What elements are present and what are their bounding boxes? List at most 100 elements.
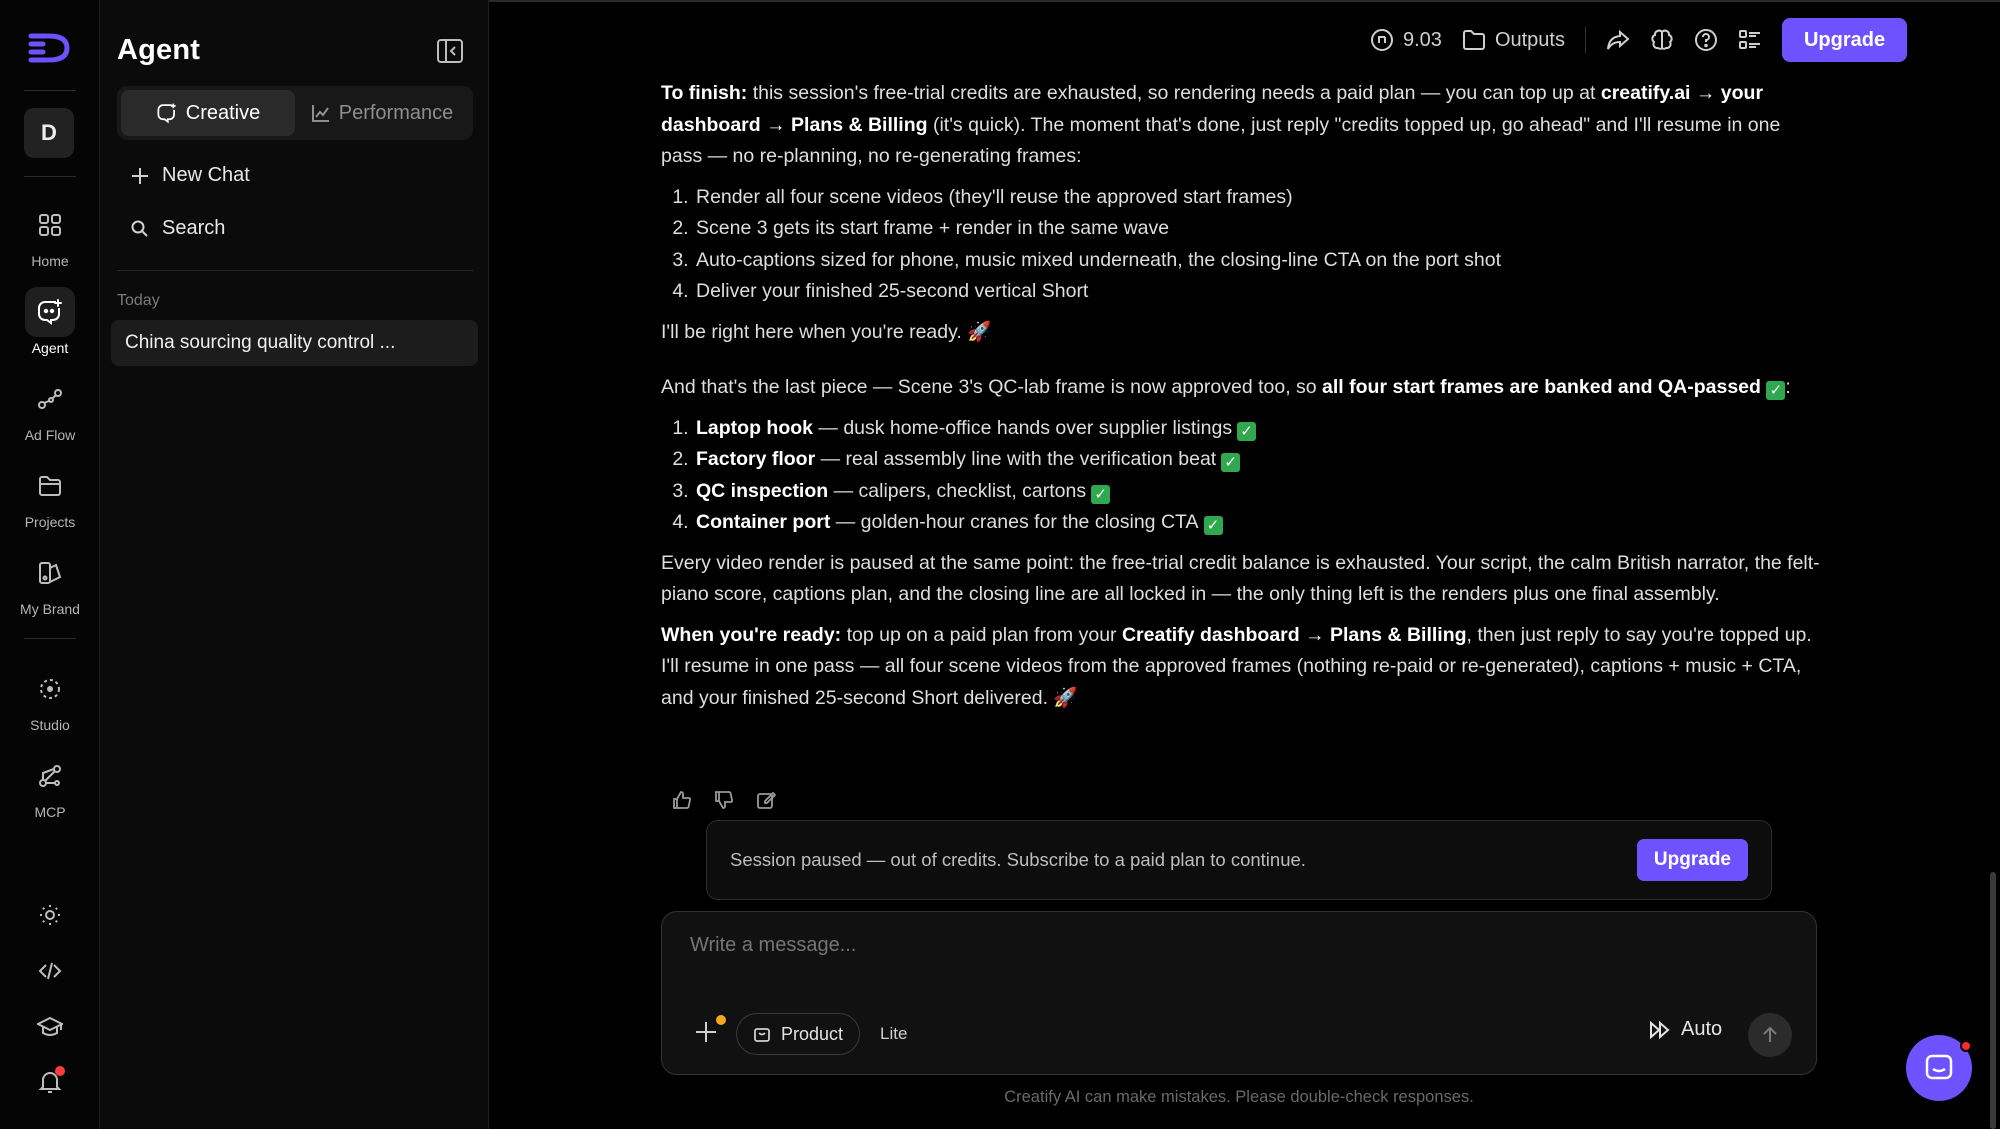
section-label-today: Today xyxy=(117,292,160,309)
brand-icon xyxy=(25,548,75,598)
outputs-button[interactable]: Outputs xyxy=(1452,18,1575,62)
rail-divider xyxy=(24,638,76,639)
flow-icon xyxy=(25,374,75,424)
banner-upgrade-button[interactable]: Upgrade xyxy=(1636,839,1748,881)
message-paragraph: To finish: this session's free-trial cre… xyxy=(661,78,1821,173)
paused-message: Session paused — out of credits. Subscri… xyxy=(730,849,1306,870)
rail-item-agent[interactable]: Agent xyxy=(0,287,100,356)
frames-list: Laptop hook — dusk home-office hands ove… xyxy=(694,413,1821,539)
message-text: — real assembly line with the verificati… xyxy=(815,448,1217,470)
message-text: top up on a paid plan from your xyxy=(841,623,1122,646)
attachment-indicator-dot xyxy=(716,1015,726,1025)
tab-label: Creative xyxy=(185,101,261,124)
rail-item-mcp[interactable]: MCP xyxy=(0,751,100,820)
thumbs-up-button[interactable] xyxy=(670,788,694,812)
task-list-icon xyxy=(1738,30,1760,49)
rail-item-ad-flow[interactable]: Ad Flow xyxy=(0,374,100,443)
thumbs-down-icon xyxy=(715,791,734,809)
bold-text: When you're ready: xyxy=(661,623,842,646)
bold-text: Laptop hook xyxy=(696,416,813,439)
product-chip[interactable]: Product xyxy=(736,1013,861,1055)
check-icon: ✓ xyxy=(1203,516,1223,535)
rail-item-projects[interactable]: Projects xyxy=(0,461,100,530)
rail-item-home[interactable]: Home xyxy=(0,200,100,269)
message-paragraph: And that's the last piece — Scene 3's QC… xyxy=(661,372,1821,404)
thumbs-down-button[interactable] xyxy=(712,788,736,812)
shopping-bag-icon xyxy=(754,1028,770,1042)
message-paragraph: I'll be right here when you're ready. 🚀 xyxy=(661,320,992,343)
message-input[interactable] xyxy=(690,934,1690,957)
send-button[interactable] xyxy=(1748,1013,1792,1057)
learn-button[interactable] xyxy=(25,1007,75,1047)
lite-mode-toggle[interactable]: Lite xyxy=(880,1024,907,1044)
chat-history-item[interactable]: China sourcing quality control ... xyxy=(111,320,478,366)
search-label: Search xyxy=(162,217,226,239)
help-button[interactable] xyxy=(1684,18,1728,62)
tasks-button[interactable] xyxy=(1728,18,1772,62)
bold-text: Container port xyxy=(696,511,831,533)
message-actions xyxy=(670,788,778,812)
outputs-label: Outputs xyxy=(1494,28,1565,51)
chat-sparkle-icon xyxy=(25,287,75,337)
topbar-divider xyxy=(1584,27,1586,53)
bold-text: Creatify dashboard → Plans & Billing xyxy=(1121,623,1467,646)
auto-label: Auto xyxy=(1681,1018,1723,1040)
collapse-sidebar-icon[interactable] xyxy=(436,38,464,64)
rail-item-studio[interactable]: Studio xyxy=(0,664,100,733)
list-item: Container port — golden-hour cranes for … xyxy=(694,507,1821,539)
rail-item-label: My Brand xyxy=(20,601,80,617)
list-item: QC inspection — calipers, checklist, car… xyxy=(694,476,1821,508)
agent-panel: Agent Creative Performance New Chat Sear… xyxy=(100,0,489,1129)
list-item: Laptop hook — dusk home-office hands ove… xyxy=(694,413,1821,445)
steps-list: Render all four scene videos (they'll re… xyxy=(694,182,1821,308)
message-text: — dusk home-office hands over supplier l… xyxy=(812,416,1233,439)
tab-label: Performance xyxy=(338,101,454,124)
bold-text: all four start frames are banked and QA-… xyxy=(1322,376,1761,398)
rail-item-label: Home xyxy=(31,253,69,269)
message-text: this session's free-trial credits are ex… xyxy=(747,82,1601,104)
edit-button[interactable] xyxy=(754,788,778,812)
credits-indicator[interactable]: 9.03 xyxy=(1360,18,1452,62)
rail-item-my-brand[interactable]: My Brand xyxy=(0,548,100,617)
list-item: Render all four scene videos (they'll re… xyxy=(694,182,1821,214)
notifications-button[interactable] xyxy=(25,1062,75,1102)
search-button[interactable]: Search xyxy=(130,217,225,240)
tab-creative[interactable]: Creative xyxy=(121,90,295,136)
credits-icon xyxy=(1371,29,1393,51)
message-text: And that's the last piece — Scene 3's QC… xyxy=(661,376,1323,398)
message-text: — calipers, checklist, cartons xyxy=(828,479,1087,502)
left-rail: D Home Agent Ad Flow Projects My Brand S… xyxy=(0,0,100,1129)
brain-button[interactable] xyxy=(1640,18,1684,62)
auto-mode-selector[interactable]: Auto xyxy=(1649,1018,1722,1041)
chat-sparkle-icon xyxy=(157,103,176,124)
new-chat-button[interactable]: New Chat xyxy=(130,164,250,187)
list-item: Auto-captions sized for phone, music mix… xyxy=(694,245,1821,277)
user-avatar[interactable]: D xyxy=(24,108,74,158)
list-item: Deliver your finished 25-second vertical… xyxy=(694,276,1821,308)
folder-icon xyxy=(25,461,75,511)
developer-button[interactable] xyxy=(25,951,75,991)
disclaimer-text: Creatify AI can make mistakes. Please do… xyxy=(1004,1088,1474,1106)
assistant-message: To finish: this session's free-trial cre… xyxy=(661,78,1821,714)
graduation-cap-icon xyxy=(37,1016,63,1036)
list-item: Factory floor — real assembly line with … xyxy=(694,444,1821,476)
bold-text: Factory floor xyxy=(696,448,816,470)
panel-divider xyxy=(117,270,473,271)
check-icon: ✓ xyxy=(1091,484,1111,504)
mode-switch: Creative Performance xyxy=(117,86,473,140)
notification-dot xyxy=(55,1066,65,1076)
sun-icon xyxy=(40,905,60,925)
scrollbar-thumb[interactable] xyxy=(1990,872,1996,1129)
rail-divider xyxy=(24,90,76,91)
upgrade-button[interactable]: Upgrade xyxy=(1781,18,1908,62)
bold-text: QC inspection xyxy=(696,479,829,502)
list-item: Scene 3 gets its start frame + render in… xyxy=(694,213,1821,245)
creatify-logo[interactable] xyxy=(27,30,71,66)
search-icon xyxy=(131,220,148,237)
tab-performance[interactable]: Performance xyxy=(295,90,469,136)
studio-icon xyxy=(25,664,75,714)
plus-icon xyxy=(132,167,148,184)
theme-toggle-button[interactable] xyxy=(25,895,75,935)
code-icon xyxy=(38,962,62,980)
share-button[interactable] xyxy=(1596,18,1640,62)
